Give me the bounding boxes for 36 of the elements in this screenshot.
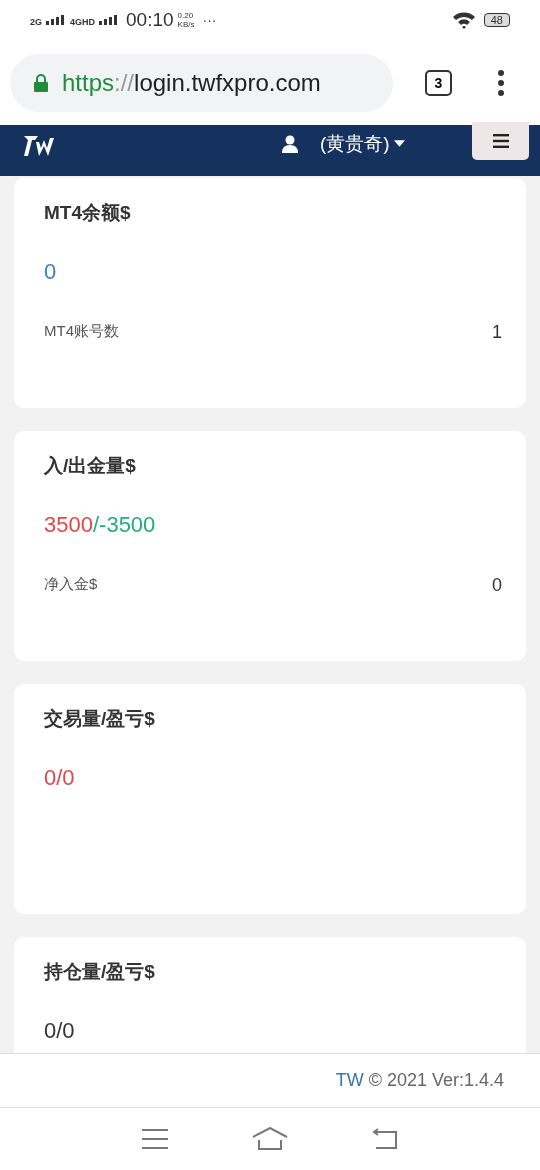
- lock-icon: [34, 73, 48, 92]
- card-value: 3500/-3500: [44, 512, 157, 538]
- signal-label: 4GHD: [70, 17, 96, 27]
- address-bar[interactable]: https://login.twfxpro.com: [10, 53, 393, 112]
- home-icon[interactable]: [252, 1127, 288, 1151]
- menu-icon: [492, 133, 509, 148]
- user-icon: [282, 134, 298, 153]
- detail-value: 1: [492, 322, 502, 343]
- card-title: 交易量/盈亏$: [44, 707, 156, 731]
- menu-button[interactable]: [472, 121, 529, 160]
- back-icon[interactable]: [372, 1128, 398, 1150]
- card-value: 0/0: [44, 765, 76, 791]
- signal-icon: [99, 15, 120, 25]
- card-value: 0: [44, 259, 58, 285]
- wifi-icon: [451, 11, 476, 29]
- card-value: 0/0: [44, 1018, 76, 1044]
- caret-icon: [393, 140, 405, 147]
- signal-label: 2G: [30, 17, 42, 27]
- card-title: MT4余额$: [44, 201, 132, 225]
- detail-value: 0: [492, 575, 502, 596]
- detail-label: 净入金$: [44, 575, 98, 594]
- footer-text: TW © 2021 Ver:1.4.4: [335, 1070, 504, 1091]
- clock: 00:10: [126, 9, 174, 31]
- more-indicator: ···: [202, 12, 217, 28]
- speed-value: 0.20: [177, 11, 195, 20]
- battery-icon: 48: [483, 13, 510, 27]
- card-title: 入/出金量$: [44, 454, 137, 478]
- detail-label: MT4账号数: [44, 322, 119, 341]
- tab-count-button[interactable]: 3: [425, 69, 452, 96]
- brand-link[interactable]: TW: [335, 1070, 364, 1090]
- more-icon[interactable]: [498, 69, 504, 96]
- signal-icon: [46, 15, 66, 25]
- speed-unit: KB/s: [177, 20, 195, 29]
- user-dropdown[interactable]: (黄贵奇): [320, 130, 405, 157]
- menu-icon[interactable]: [142, 1129, 168, 1149]
- card-title: 持仓量/盈亏$: [44, 960, 156, 984]
